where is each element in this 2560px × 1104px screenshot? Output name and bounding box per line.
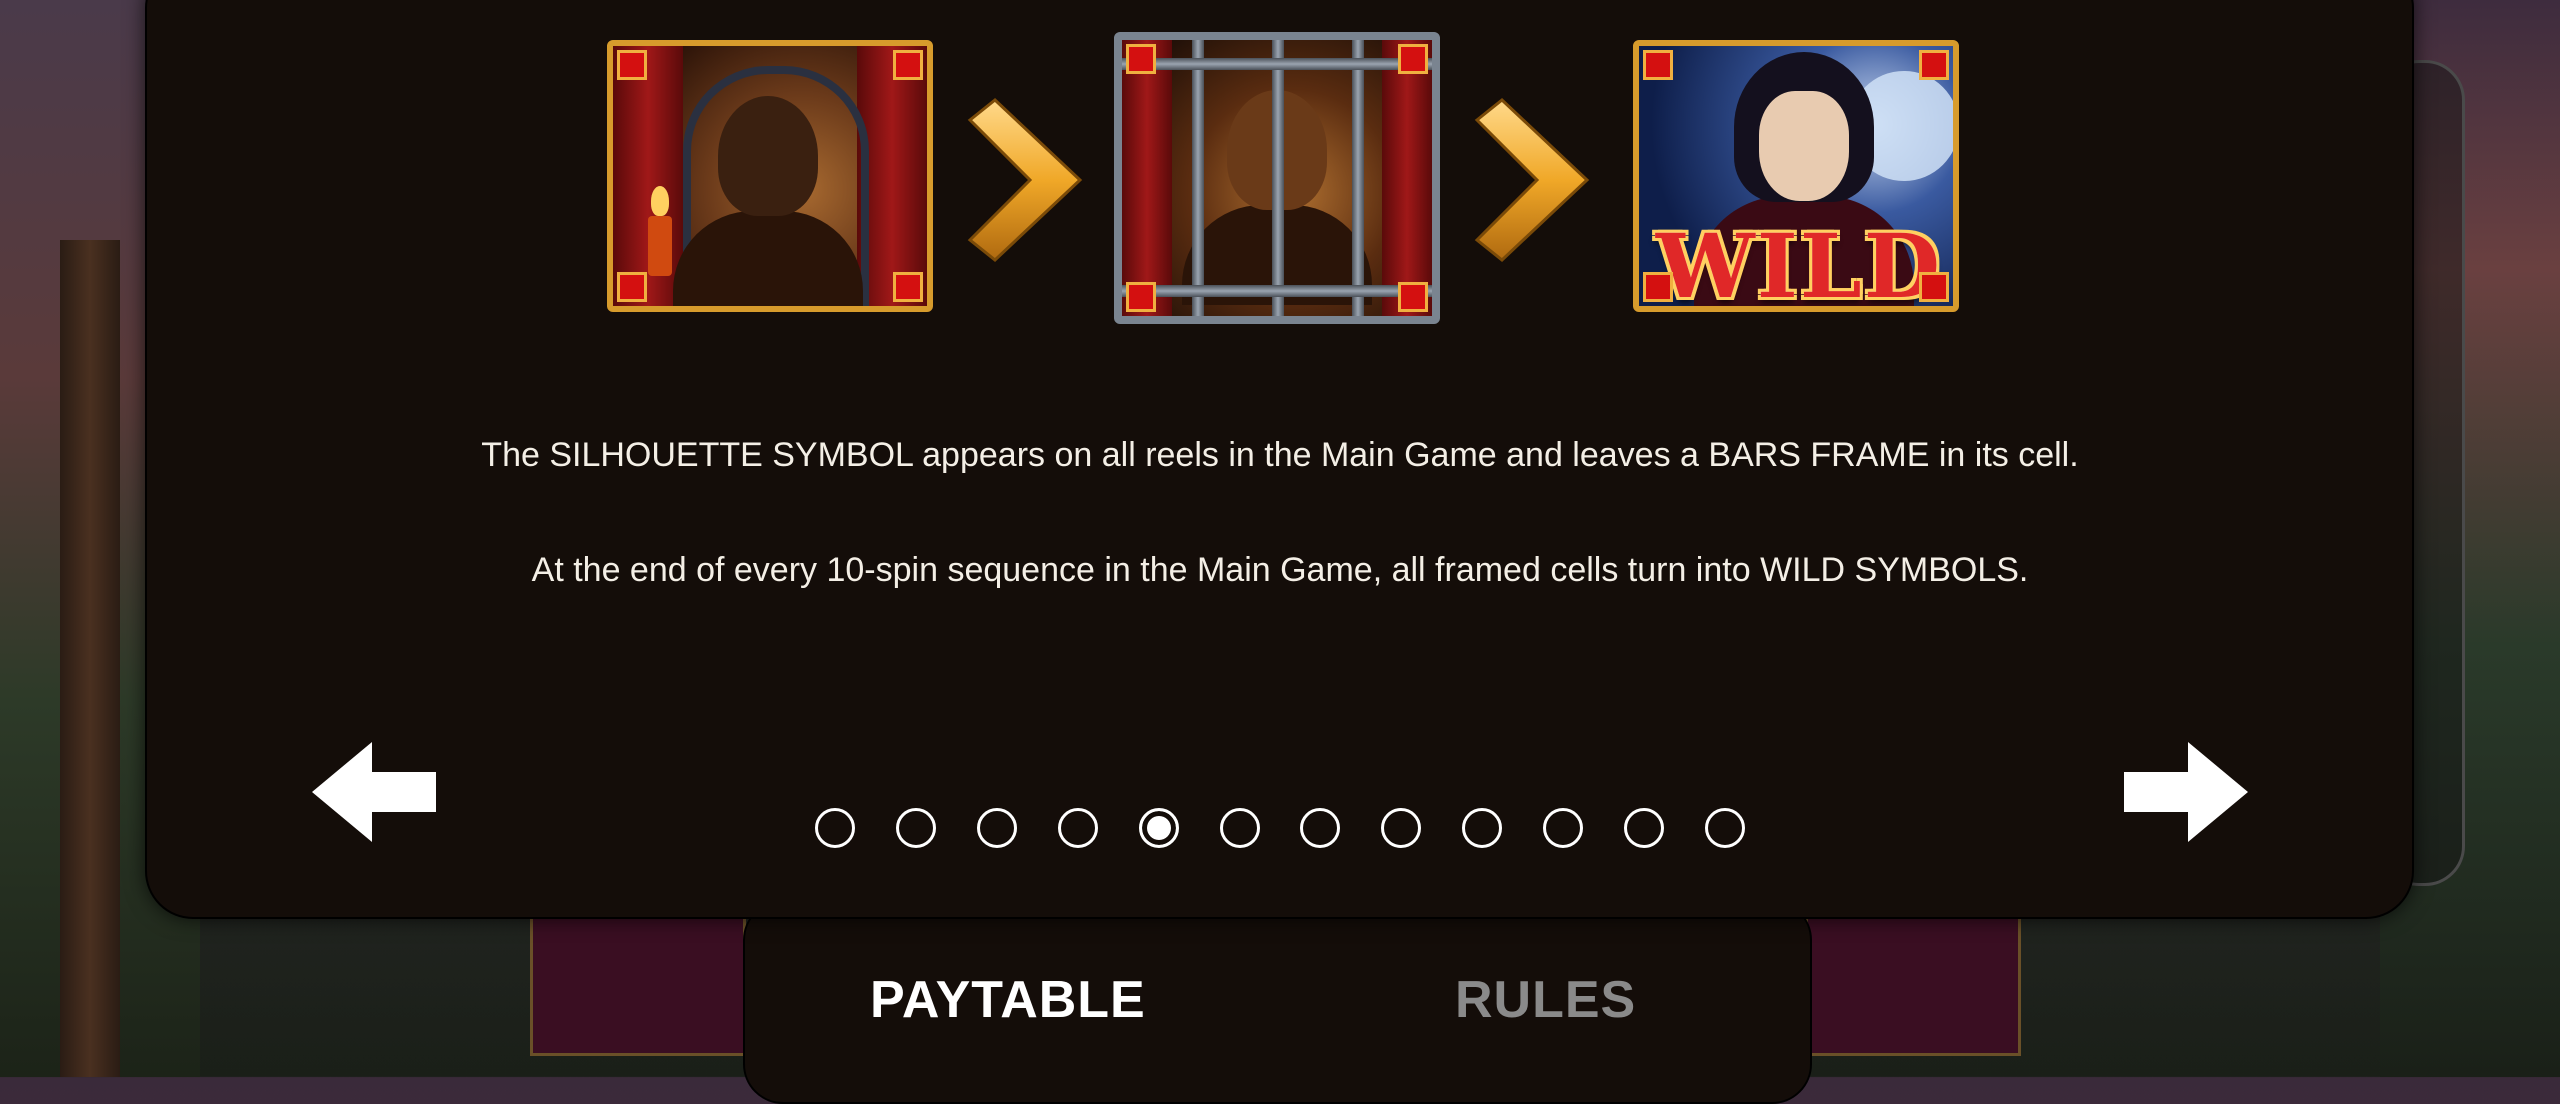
gem-icon xyxy=(1919,272,1949,302)
gem-icon xyxy=(1126,44,1156,74)
page-dot-8[interactable] xyxy=(1381,808,1422,848)
curtain-right xyxy=(1382,40,1432,316)
tab-paytable[interactable]: PAYTABLE xyxy=(870,970,1146,1030)
gem-icon xyxy=(1398,44,1428,74)
tab-rules[interactable]: RULES xyxy=(1455,970,1636,1030)
frame-bar xyxy=(1192,40,1204,316)
gem-icon xyxy=(617,50,647,80)
feature-description-2: At the end of every 10-spin sequence in … xyxy=(531,551,2029,589)
background-reel-right xyxy=(1805,900,2021,1056)
background-pillar xyxy=(60,240,120,1077)
page-dot-9[interactable] xyxy=(1462,808,1503,848)
page-dot-4[interactable] xyxy=(1057,808,1098,848)
page-dot-11[interactable] xyxy=(1624,808,1665,848)
silhouette-symbol xyxy=(607,40,933,312)
gem-icon xyxy=(893,50,923,80)
page-dot-5[interactable] xyxy=(1138,808,1179,848)
curtain-left xyxy=(1122,40,1172,316)
page-dot-6[interactable] xyxy=(1219,808,1260,848)
chevron-right-icon xyxy=(1474,98,1590,262)
next-page-arrow-icon[interactable] xyxy=(2124,742,2248,842)
gem-icon xyxy=(1643,50,1673,80)
gem-icon xyxy=(893,272,923,302)
frame-bar xyxy=(1122,58,1432,70)
gem-icon xyxy=(1398,282,1428,312)
gem-icon xyxy=(617,272,647,302)
gem-icon xyxy=(1126,282,1156,312)
bars-frame-symbol xyxy=(1114,32,1440,324)
gem-icon xyxy=(1919,50,1949,80)
frame-bar xyxy=(1272,40,1284,316)
page-dot-7[interactable] xyxy=(1300,808,1341,848)
frame-bar xyxy=(1122,285,1432,297)
vampire-face xyxy=(1759,91,1849,201)
page-dot-10[interactable] xyxy=(1543,808,1584,848)
candle-flame xyxy=(651,186,669,216)
candle xyxy=(648,216,672,276)
silhouette-head xyxy=(718,96,818,216)
previous-page-arrow-icon[interactable] xyxy=(312,742,436,842)
page-dot-12[interactable] xyxy=(1704,808,1745,848)
wild-symbol: WILD xyxy=(1633,40,1959,312)
page-dot-1[interactable] xyxy=(815,808,855,848)
wild-label: WILD xyxy=(1655,214,1943,312)
page-dot-2[interactable] xyxy=(895,808,936,848)
frame-bar xyxy=(1352,40,1364,316)
page-indicator xyxy=(815,808,1745,858)
chevron-right-icon xyxy=(967,98,1083,262)
gem-icon xyxy=(1643,272,1673,302)
feature-description-1: The SILHOUETTE SYMBOL appears on all ree… xyxy=(481,436,2079,474)
page-dot-3[interactable] xyxy=(976,808,1017,848)
background-reel-left xyxy=(530,900,746,1056)
